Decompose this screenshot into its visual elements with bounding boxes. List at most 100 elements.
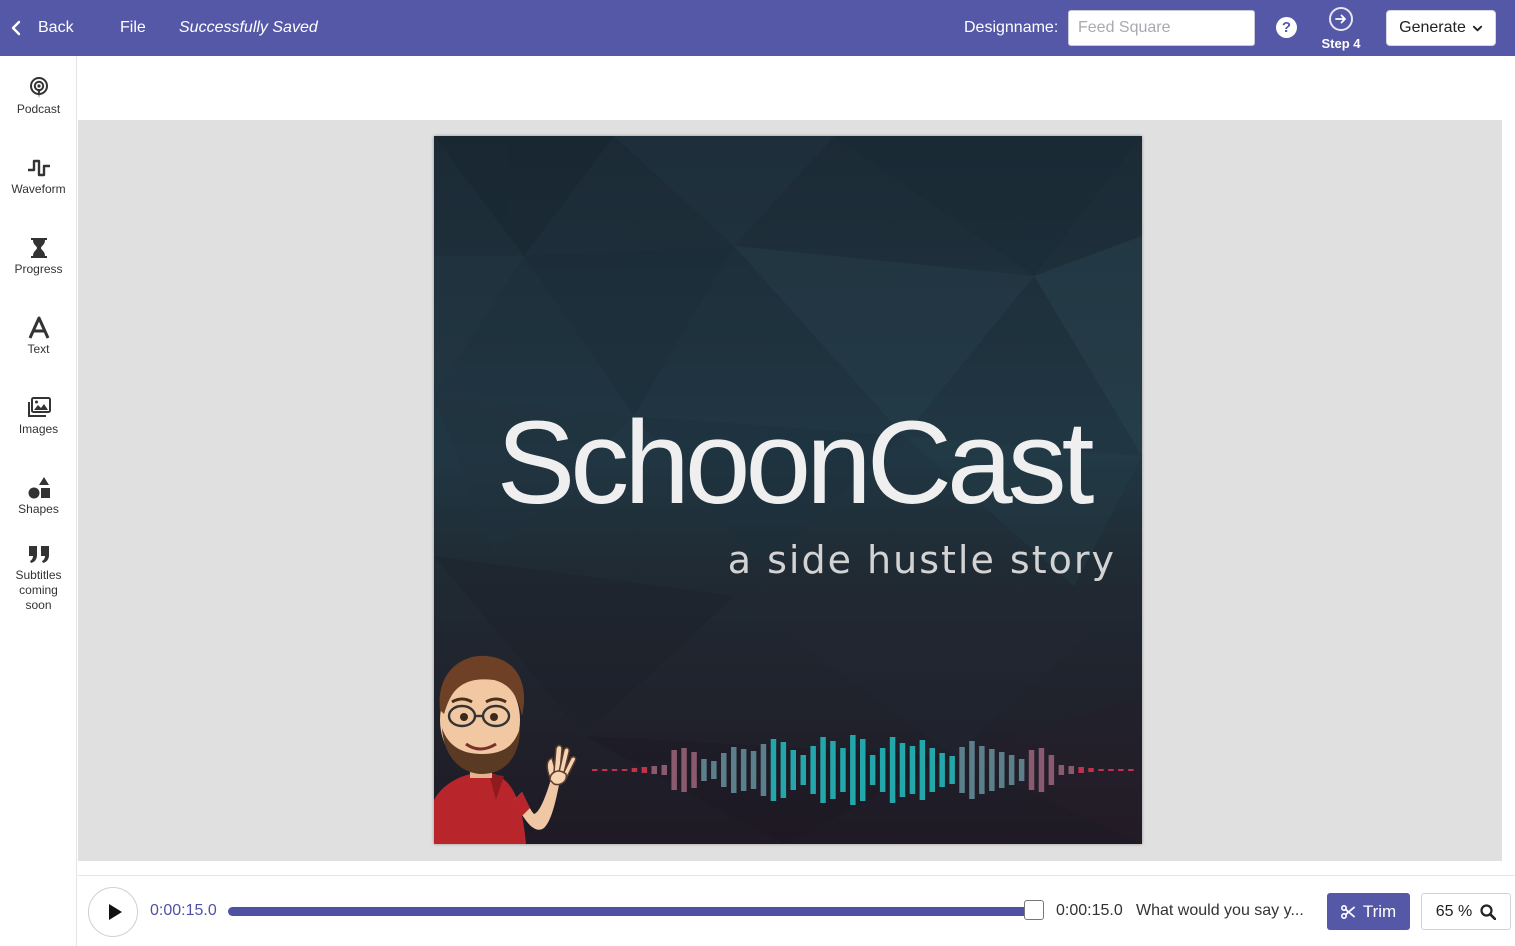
timeline-handle[interactable] xyxy=(1024,900,1044,920)
waveform-bar xyxy=(701,759,707,781)
timeline-progress[interactable] xyxy=(228,907,1032,916)
playback-controls: 0:00:15.0 0:00:15.0 What would you say y… xyxy=(78,875,1515,946)
waveform-bar xyxy=(979,746,985,794)
text-icon xyxy=(27,316,51,340)
waveform-bar xyxy=(969,741,975,799)
waveform-bar xyxy=(740,749,747,791)
waveform-bar xyxy=(661,765,667,775)
save-status: Successfully Saved xyxy=(179,19,318,36)
zoom-button[interactable]: 65 % xyxy=(1421,893,1511,930)
waveform-bar xyxy=(1028,750,1035,790)
designname-label: Designname: xyxy=(964,19,1059,36)
current-time: 0:00:15.0 xyxy=(150,902,217,919)
waveform-bar xyxy=(999,752,1005,788)
images-icon xyxy=(27,396,51,420)
back-label: Back xyxy=(38,19,74,36)
designname-input[interactable] xyxy=(1068,10,1255,46)
waveform-bar xyxy=(760,744,767,796)
waveform-bar xyxy=(1068,766,1074,774)
step-label: Step 4 xyxy=(1321,36,1361,51)
waveform-bar xyxy=(770,739,777,801)
waveform-bar xyxy=(959,747,965,793)
waveform-bar xyxy=(800,755,806,785)
sidebar-item-label: Waveform xyxy=(11,182,66,196)
step-button[interactable]: Step 4 xyxy=(1316,7,1366,51)
arrow-right-circle-icon xyxy=(1329,7,1353,31)
waveform-bar xyxy=(671,750,677,790)
audio-waveform xyxy=(592,735,1134,805)
waveform-bar xyxy=(631,768,638,772)
sidebar-item-label: Subtitles coming soon xyxy=(15,568,62,612)
waveform-bar xyxy=(1058,765,1065,775)
play-button[interactable] xyxy=(88,887,138,937)
waveform-bar xyxy=(711,761,717,779)
search-icon xyxy=(1480,903,1497,920)
canvas-area: SchoonCast a side hustle story xyxy=(78,120,1502,861)
waveform-bar xyxy=(830,741,836,799)
sidebar-item-progress[interactable]: Progress xyxy=(0,236,77,277)
waveform-bar xyxy=(691,752,697,788)
help-icon[interactable]: ? xyxy=(1276,17,1297,38)
avatar-illustration xyxy=(434,655,577,844)
podcast-artwork[interactable]: SchoonCast a side hustle story xyxy=(434,136,1142,844)
sidebar-item-subtitles[interactable]: Subtitles coming soon xyxy=(0,542,77,613)
waveform-bar xyxy=(929,748,935,792)
waveform-bar xyxy=(1018,759,1025,781)
sidebar-item-text[interactable]: Text xyxy=(0,316,77,357)
waveform-bar xyxy=(790,750,796,790)
generate-label: Generate xyxy=(1399,19,1466,36)
chevron-left-icon xyxy=(11,20,21,36)
waveform-bar xyxy=(939,753,945,787)
chevron-down-icon xyxy=(1472,25,1482,31)
waveform-bar xyxy=(820,737,826,803)
generate-button[interactable]: Generate xyxy=(1386,10,1496,46)
artwork-subtitle: a side hustle story xyxy=(727,538,1116,582)
waveform-bar xyxy=(909,746,916,794)
play-icon xyxy=(109,904,122,920)
waveform-bar xyxy=(750,751,757,789)
waveform-bar xyxy=(1128,769,1134,771)
waveform-bar xyxy=(1048,755,1055,785)
sidebar-item-label: Text xyxy=(27,342,50,356)
sidebar-item-podcast[interactable]: Podcast xyxy=(0,76,77,117)
sidebar-item-label: Images xyxy=(18,422,59,436)
back-button[interactable]: Back xyxy=(8,0,74,56)
sidebar-item-waveform[interactable]: Waveform xyxy=(0,156,77,197)
hourglass-icon xyxy=(27,236,51,260)
waveform-bar xyxy=(721,753,727,787)
waveform-bar xyxy=(1118,769,1124,771)
sidebar: Podcast Waveform Progress Text Images Sh… xyxy=(0,56,77,946)
scissors-icon xyxy=(1340,904,1355,919)
waveform-bar xyxy=(1078,767,1084,773)
file-menu[interactable]: File xyxy=(120,0,146,56)
waveform-bar xyxy=(949,756,955,784)
trim-label: Trim xyxy=(1362,901,1397,921)
artwork-title: SchoonCast xyxy=(496,397,1095,529)
sidebar-item-images[interactable]: Images xyxy=(0,396,77,437)
caption-preview: What would you say y... xyxy=(1136,902,1304,919)
waveform-bar xyxy=(850,735,856,805)
waveform-bar xyxy=(611,769,618,771)
shapes-icon xyxy=(27,476,51,500)
waveform-bar xyxy=(601,769,608,771)
waveform-bar xyxy=(651,766,657,774)
waveform-bar xyxy=(621,769,628,771)
top-bar: Back File Successfully Saved Designname:… xyxy=(0,0,1515,56)
waveform-bar xyxy=(731,747,737,793)
waveform-bar xyxy=(840,748,846,792)
waveform-bar xyxy=(860,739,866,801)
waveform-bar xyxy=(919,740,926,800)
waveform-bar xyxy=(1098,769,1104,771)
sidebar-item-shapes[interactable]: Shapes xyxy=(0,476,77,517)
sidebar-item-label: Shapes xyxy=(18,502,59,516)
waveform-bar xyxy=(810,746,816,794)
waveform-bar xyxy=(1088,768,1094,772)
waveform-bar xyxy=(592,769,598,771)
waveform-bar xyxy=(899,743,906,797)
waveform-bar xyxy=(641,767,648,773)
end-time: 0:00:15.0 xyxy=(1056,902,1123,919)
zoom-level: 65 % xyxy=(1435,902,1473,920)
podcast-icon xyxy=(27,76,51,100)
waveform-bar xyxy=(1038,748,1045,792)
trim-button[interactable]: Trim xyxy=(1327,893,1410,930)
